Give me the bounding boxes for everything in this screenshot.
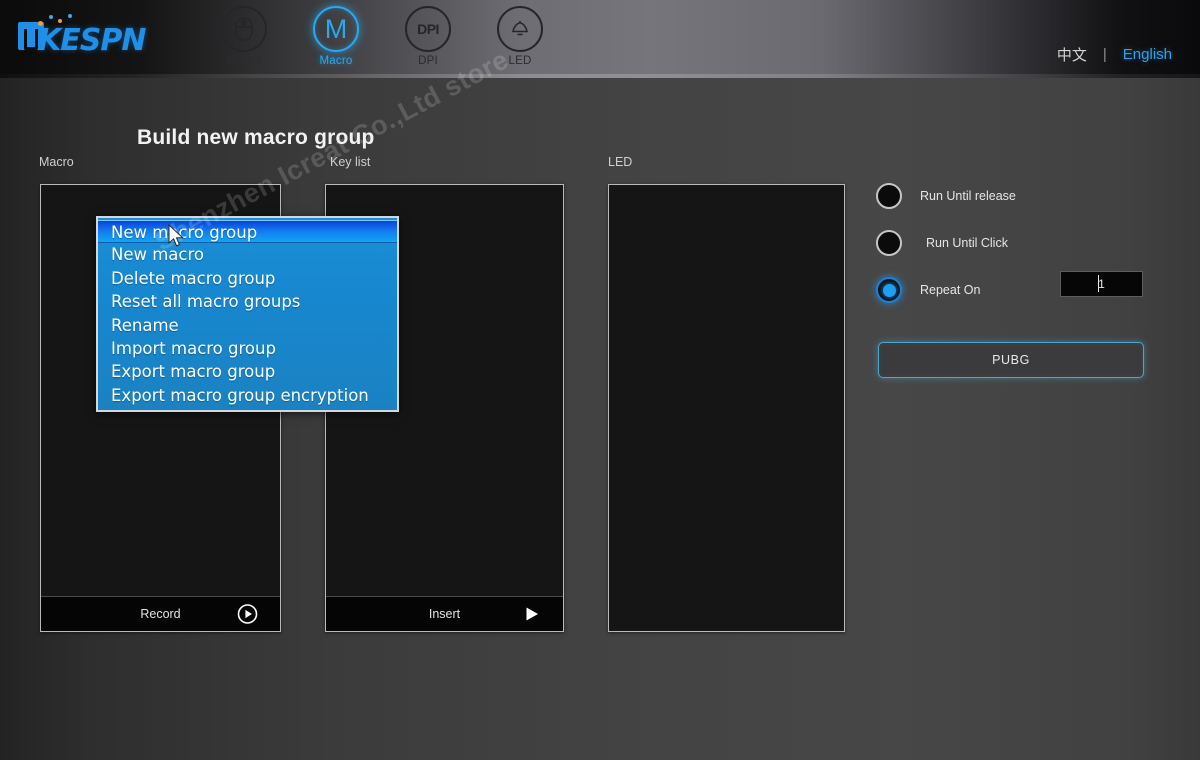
nav-label-macro: Macro [290, 55, 382, 67]
pubg-profile-button-label: PUBG [992, 353, 1030, 367]
label-key-list: Key list [330, 155, 370, 169]
insert-button[interactable]: Insert [326, 596, 563, 631]
radio-repeat-on-circle[interactable] [876, 277, 902, 303]
record-button-label: Record [140, 607, 180, 621]
brand-logo-text: KESPN [38, 23, 145, 58]
nav-item-macro[interactable]: M Macro [290, 2, 382, 67]
repeat-count-input[interactable] [1060, 271, 1143, 297]
language-chinese[interactable]: 中文 [1057, 44, 1087, 65]
nav-item-button[interactable]: Button [198, 2, 290, 67]
led-panel[interactable] [608, 184, 845, 632]
nav-item-led[interactable]: LED [474, 2, 566, 67]
dpi-circle-icon: DPI [405, 6, 451, 52]
menu-item-new-macro-group[interactable]: New macro group [98, 220, 397, 243]
nav-label-button: Button [198, 55, 290, 67]
m-circle-icon: M [313, 6, 359, 52]
pubg-profile-button[interactable]: PUBG [878, 342, 1144, 378]
app-header: KESPN Button M Macro [0, 0, 1200, 78]
lamp-icon [497, 6, 543, 52]
radio-repeat-on-label: Repeat On [920, 283, 980, 297]
radio-run-until-release[interactable]: Run Until release [876, 180, 1166, 212]
menu-item-reset-all-macro-groups[interactable]: Reset all macro groups [98, 290, 397, 313]
run-options-panel: Run Until release Run Until Click Repeat… [876, 180, 1166, 321]
menu-item-export-macro-group-encryption[interactable]: Export macro group encryption [98, 384, 397, 407]
radio-run-until-click-label: Run Until Click [926, 236, 1008, 250]
menu-item-import-macro-group[interactable]: Import macro group [98, 337, 397, 360]
record-play-circle-icon[interactable] [237, 604, 258, 625]
record-button[interactable]: Record [41, 596, 280, 631]
label-macro: Macro [39, 155, 74, 169]
main-nav: Button M Macro DPI DPI [198, 2, 566, 78]
nav-item-dpi[interactable]: DPI DPI [382, 2, 474, 67]
app-window: KESPN Button M Macro [0, 0, 1200, 760]
menu-item-delete-macro-group[interactable]: Delete macro group [98, 267, 397, 290]
menu-item-export-macro-group[interactable]: Export macro group [98, 360, 397, 383]
mouse-icon [221, 6, 267, 52]
radio-run-until-click-circle[interactable] [876, 230, 902, 256]
insert-button-label: Insert [429, 607, 460, 621]
radio-run-until-click[interactable]: Run Until Click [876, 227, 1166, 259]
brand-logo: KESPN [18, 14, 188, 58]
radio-run-until-release-circle[interactable] [876, 183, 902, 209]
language-separator: | [1103, 46, 1107, 63]
page-title: Build new macro group [137, 126, 375, 150]
nav-label-dpi: DPI [382, 55, 474, 67]
menu-item-new-macro[interactable]: New macro [98, 243, 397, 266]
language-switcher: 中文 | English [1057, 44, 1172, 65]
text-caret [1098, 275, 1099, 292]
label-led: LED [608, 155, 632, 169]
led-list[interactable] [609, 185, 844, 596]
play-triangle-icon[interactable] [523, 605, 541, 623]
nav-label-led: LED [474, 55, 566, 67]
radio-run-until-release-label: Run Until release [920, 189, 1016, 203]
menu-item-rename[interactable]: Rename [98, 314, 397, 337]
macro-context-menu[interactable]: New macro group New macro Delete macro g… [96, 216, 399, 412]
language-english[interactable]: English [1123, 46, 1172, 63]
